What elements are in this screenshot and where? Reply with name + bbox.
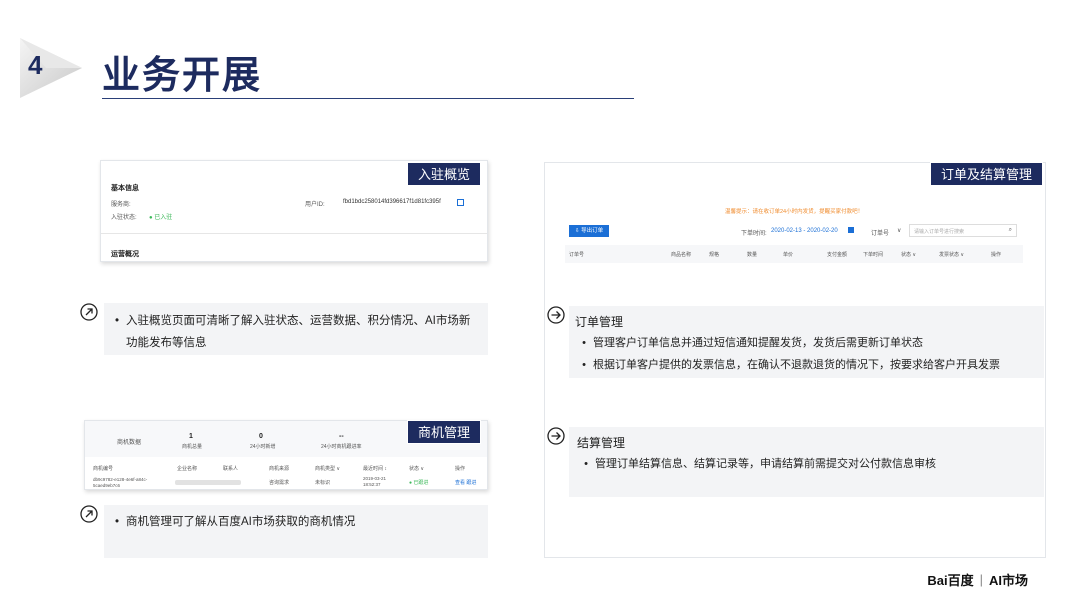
section-divider xyxy=(101,233,487,234)
ai-market-label: AI市场 xyxy=(988,573,1028,588)
redacted-company xyxy=(175,480,241,485)
stat-value: -- xyxy=(339,433,344,440)
col-header: 订单号 xyxy=(569,252,585,258)
col-header[interactable]: 状态 ∨ xyxy=(409,465,424,472)
provider-label: 服务商: xyxy=(111,202,131,208)
bullet-item: • 根据订单客户提供的发票信息，在确认不退款退货的情况下，按要求给客户开具发票 xyxy=(575,354,1036,376)
bullet-item: • 入驻概览页面可清晰了解入驻状态、运营数据、积分情况、AI市场新功能发布等信息 xyxy=(108,310,480,354)
col-header: 单价 xyxy=(783,252,794,258)
export-label: 导出订单 xyxy=(581,228,604,234)
col-header: 操作 xyxy=(991,252,1002,258)
col-header: 操作 xyxy=(455,466,466,472)
bullet-item: • 管理客户订单信息并通过短信通知提醒发货，发货后需更新订单状态 xyxy=(575,332,1036,354)
page-title: 业务开展 xyxy=(102,55,263,97)
bullet-item: • 商机管理可了解从百度AI市场获取的商机情况 xyxy=(108,511,480,533)
stat-label: 24小时商机跟进率 xyxy=(321,444,362,450)
search-icon[interactable]: ⌕ xyxy=(1009,227,1012,234)
row-id: db9c9782-e128-4e6f-a84c-5caed9eb7c6 xyxy=(93,477,148,488)
order-no-select[interactable]: 订单号 xyxy=(871,228,889,237)
stat-label: 24小时新增 xyxy=(250,444,276,450)
row-actions[interactable]: 查看 跟进 xyxy=(455,479,476,486)
col-header: 商机来源 xyxy=(269,466,290,472)
status-label: 入驻状态: xyxy=(111,215,137,221)
col-header[interactable]: 商机类型 ∨ xyxy=(315,465,340,472)
col-header[interactable]: 最近时间 ↕ xyxy=(363,465,387,472)
col-header[interactable]: 发票状态 ∨ xyxy=(939,251,964,258)
arrow-up-right-icon xyxy=(80,505,98,528)
settlement-heading: 结算管理 xyxy=(577,436,626,450)
calendar-icon[interactable] xyxy=(848,227,854,233)
title-divider xyxy=(102,98,634,99)
row-status: ● 已跟进 xyxy=(409,480,429,486)
order-settlement-tag: 订单及结算管理 xyxy=(930,162,1044,186)
baidu-ai-market-logo: Bai百度 | AI市场 xyxy=(927,570,1028,589)
status-value: ● 已入驻 xyxy=(149,215,173,221)
user-id-label: 用户ID: xyxy=(305,202,325,208)
col-header: 企业名称 xyxy=(177,466,198,472)
col-header: 商品名称 xyxy=(671,252,692,258)
col-header: 数量 xyxy=(747,252,758,258)
date-range-picker[interactable]: 2020-02-13 - 2020-02-20 xyxy=(771,228,838,234)
arrow-up-right-icon xyxy=(80,303,98,326)
bullet-text: 商机管理可了解从百度AI市场获取的商机情况 xyxy=(126,516,356,528)
order-management-heading: 订单管理 xyxy=(575,315,624,329)
stat-value: 1 xyxy=(189,433,193,440)
col-header[interactable]: 状态 ∨ xyxy=(901,251,916,258)
stats-label: 商机数据 xyxy=(117,440,142,446)
basic-info-heading: 基本信息 xyxy=(111,185,139,192)
export-orders-button[interactable]: ⇩ 导出订单 xyxy=(569,225,610,237)
col-header: 规格 xyxy=(709,252,720,258)
search-placeholder: 请输入订单号进行搜索 xyxy=(914,229,965,235)
col-header: 联系人 xyxy=(223,466,239,472)
bullet-text: 管理订单结算信息、结算记录等，申请结算前需提交对公付款信息审核 xyxy=(595,458,936,470)
order-table-header: 订单号 商品名称 规格 数量 单价 支付金额 下单时间 状态 ∨ 发票状态 ∨ … xyxy=(565,245,1023,263)
logo-divider: | xyxy=(979,572,983,587)
copy-icon[interactable] xyxy=(457,199,464,206)
stat-label: 商机总量 xyxy=(182,444,203,450)
entry-overview-description: • 入驻概览页面可清晰了解入驻状态、运营数据、积分情况、AI市场新功能发布等信息 xyxy=(104,303,488,355)
entry-overview-tag: 入驻概览 xyxy=(407,162,482,186)
stat-value: 0 xyxy=(259,433,263,440)
row-source: 咨询需求 xyxy=(269,480,290,486)
bullet-text: 管理客户订单信息并通过短信通知提醒发货，发货后需更新订单状态 xyxy=(593,337,923,349)
bullet-text: 根据订单客户提供的发票信息，在确认不退款退货的情况下，按要求给客户开具发票 xyxy=(593,359,1000,371)
date-label: 下单时间: xyxy=(741,231,767,237)
section-number-badge: 4 xyxy=(16,34,84,100)
bullet-item: • 管理订单结算信息、结算记录等，申请结算前需提交对公付款信息审核 xyxy=(577,453,1036,475)
bullet-text: 入驻概览页面可清晰了解入驻状态、运营数据、积分情况、AI市场新功能发布等信息 xyxy=(126,315,471,349)
row-time: 2019-03-21 18:52:37 xyxy=(363,476,387,487)
col-header: 支付金额 xyxy=(827,252,848,258)
arrow-right-icon xyxy=(547,427,565,450)
col-header: 商机编号 xyxy=(93,466,114,472)
col-header: 下单时间 xyxy=(863,252,884,258)
notice-text: 温馨提示：请在收订单24小时内发货，提醒买家付款吧！ xyxy=(725,209,864,215)
settlement-management-box: 结算管理 • 管理订单结算信息、结算记录等，申请结算前需提交对公付款信息审核 xyxy=(569,427,1044,497)
arrow-right-icon xyxy=(547,306,565,329)
order-search-input[interactable]: 请输入订单号进行搜索 ⌕ xyxy=(909,224,1017,237)
section-number: 4 xyxy=(28,50,43,80)
opportunity-tag: 商机管理 xyxy=(407,420,482,444)
chevron-down-icon: ∨ xyxy=(897,228,902,234)
order-management-box: 订单管理 • 管理客户订单信息并通过短信通知提醒发货，发货后需更新订单状态 • … xyxy=(569,306,1044,378)
row-type: 未标识 xyxy=(315,480,331,486)
baidu-brand: Bai百度 xyxy=(927,573,974,588)
user-id-value: fbd1bdc258014fd396617f1d81fc395f xyxy=(343,199,441,205)
opportunity-description: • 商机管理可了解从百度AI市场获取的商机情况 xyxy=(104,505,488,558)
ops-overview-heading: 运营概况 xyxy=(111,251,139,258)
